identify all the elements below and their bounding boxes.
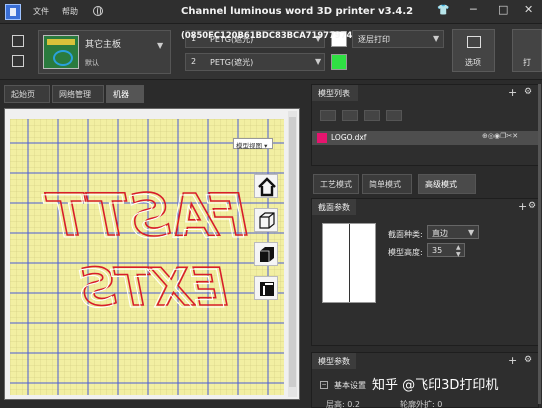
menu-help[interactable]: 帮助 [62, 6, 78, 17]
options-label: 选项 [465, 58, 481, 67]
tab-machine[interactable]: 机器 [106, 85, 144, 103]
maximize-button[interactable]: □ [498, 3, 508, 16]
model-tool-button[interactable] [364, 110, 380, 121]
section-params-title: 截面参数 [312, 199, 356, 215]
model-list-panel: 模型列表 + ⚙ LOGO.dxf ⊕◎◉❐✂✕ [311, 84, 539, 166]
cube-icon [259, 212, 275, 229]
print-button[interactable]: 打 [512, 29, 542, 72]
machine-board-thumbnail [43, 35, 79, 69]
model-height-value: 35 [432, 246, 443, 255]
outline-expand-row[interactable]: 轮廓外扩: 0 [400, 399, 442, 408]
section-type-select[interactable]: 直边 ▼ [427, 225, 479, 239]
viewport-scrollbar[interactable] [288, 111, 297, 397]
chevron-down-icon: ▼ [468, 228, 475, 237]
chevron-down-icon: ▼ [157, 41, 164, 50]
extruder-2-select[interactable]: 2 PETG(遮光) ▼ [185, 53, 325, 71]
home-view-button[interactable] [254, 174, 278, 198]
cube-solid-icon [260, 247, 274, 262]
tab-network[interactable]: 网络管理 [52, 85, 104, 103]
build-plate-grid: FASTT FASTT EXTS EXTS [10, 119, 284, 395]
list-item[interactable]: LOGO.dxf ⊕◎◉❐✂✕ [312, 131, 538, 145]
section-type-label: 截面种类: [388, 230, 423, 239]
machine-name: 其它主板 [85, 40, 122, 50]
settings-window-icon [467, 36, 481, 48]
layout-icon[interactable] [12, 35, 24, 47]
spinner-icon[interactable]: ▲ ▼ [456, 244, 461, 258]
gear-icon[interactable]: ⚙ [524, 87, 532, 97]
build-plate-viewport[interactable]: FASTT FASTT EXTS EXTS 模型视图 ▾ [4, 108, 300, 400]
model-row-actions[interactable]: ⊕◎◉❐✂✕ [482, 132, 518, 140]
model-tool-button[interactable] [320, 110, 336, 121]
gear-icon[interactable]: ⚙ [528, 201, 536, 211]
gear-icon[interactable]: ⚙ [524, 355, 532, 365]
svg-text:FASTT: FASTT [41, 183, 245, 251]
toolbar: 其它主板 默认 ▼ 1 PETG(遮光) ▼ 2 PETG(遮光) ▼ (085… [0, 24, 542, 80]
options-button[interactable]: 选项 [452, 29, 495, 72]
view-mode-label: 模型视图 [236, 142, 262, 150]
crop-icon[interactable] [12, 55, 24, 67]
serial-code: (0850FC120B61BDC83BCA71977974452F) [181, 30, 380, 40]
section-params-panel: 截面参数 + ⚙ 截面种类: 直边 ▼ 模型高度: 35 ▲ ▼ [311, 198, 539, 346]
print-mode-select[interactable]: 逐层打印 ▼ [352, 30, 444, 48]
svg-text:EXTS: EXTS [76, 260, 225, 320]
home-icon [258, 177, 276, 197]
print-mode-label: 逐层打印 [358, 35, 390, 44]
add-icon[interactable]: + [508, 354, 517, 367]
model-tool-button[interactable] [342, 110, 358, 121]
watermark: 知乎 @飞印3D打印机 [372, 378, 499, 393]
title-bar: 文件 帮助 Channel luminous word 3D printer v… [0, 0, 542, 24]
tab-advanced-mode[interactable]: 高级模式 [418, 174, 476, 194]
tab-start-page[interactable]: 起始页 [4, 85, 50, 103]
section-preview [322, 223, 376, 303]
close-button[interactable]: ✕ [524, 3, 533, 16]
side-view-button[interactable] [254, 276, 278, 300]
basic-settings-label: 基本设置 [334, 381, 366, 390]
extruder-2-color-swatch[interactable] [331, 54, 347, 70]
model-height-input[interactable]: 35 ▲ ▼ [427, 243, 465, 258]
model-color-swatch[interactable] [317, 133, 327, 143]
globe-icon[interactable] [93, 6, 103, 16]
machine-selector[interactable]: 其它主板 默认 ▼ [38, 30, 171, 74]
menu-file[interactable]: 文件 [33, 6, 49, 17]
model-tool-button[interactable] [386, 110, 402, 121]
collapse-icon[interactable]: − [320, 381, 328, 389]
model-list-title: 模型列表 [312, 85, 358, 101]
extruder-material: PETG(遮光) [210, 58, 254, 67]
window-title: Channel luminous word 3D printer v3.4.2 [181, 6, 414, 17]
print-label: 打 [523, 58, 531, 67]
add-icon[interactable]: + [508, 86, 517, 99]
model-filename: LOGO.dxf [331, 133, 367, 142]
model-height-label: 模型高度: [388, 248, 423, 257]
view-mode-select[interactable]: 模型视图 ▾ [233, 138, 273, 150]
side-view-icon [260, 282, 274, 296]
tab-craft-mode[interactable]: 工艺模式 [313, 174, 359, 194]
section-type-value: 直边 [432, 229, 448, 238]
right-panel-scrollbar[interactable] [538, 84, 541, 404]
chevron-down-icon: ▼ [315, 57, 322, 66]
machine-profile: 默认 [85, 59, 99, 67]
iso-view-button[interactable] [254, 208, 278, 232]
layer-height-row[interactable]: 层高: 0.2 [326, 399, 360, 408]
chevron-down-icon: ▼ [433, 34, 440, 43]
front-view-button[interactable] [254, 242, 278, 266]
tab-simple-mode[interactable]: 简单模式 [362, 174, 412, 194]
scrollbar-thumb[interactable] [289, 117, 296, 387]
minimize-button[interactable]: ─ [470, 3, 477, 16]
add-icon[interactable]: + [518, 200, 527, 213]
tshirt-icon[interactable]: 👕 [437, 5, 449, 16]
app-icon [5, 4, 21, 20]
extruder-number: 2 [191, 57, 197, 66]
model-params-title: 模型参数 [312, 353, 356, 369]
